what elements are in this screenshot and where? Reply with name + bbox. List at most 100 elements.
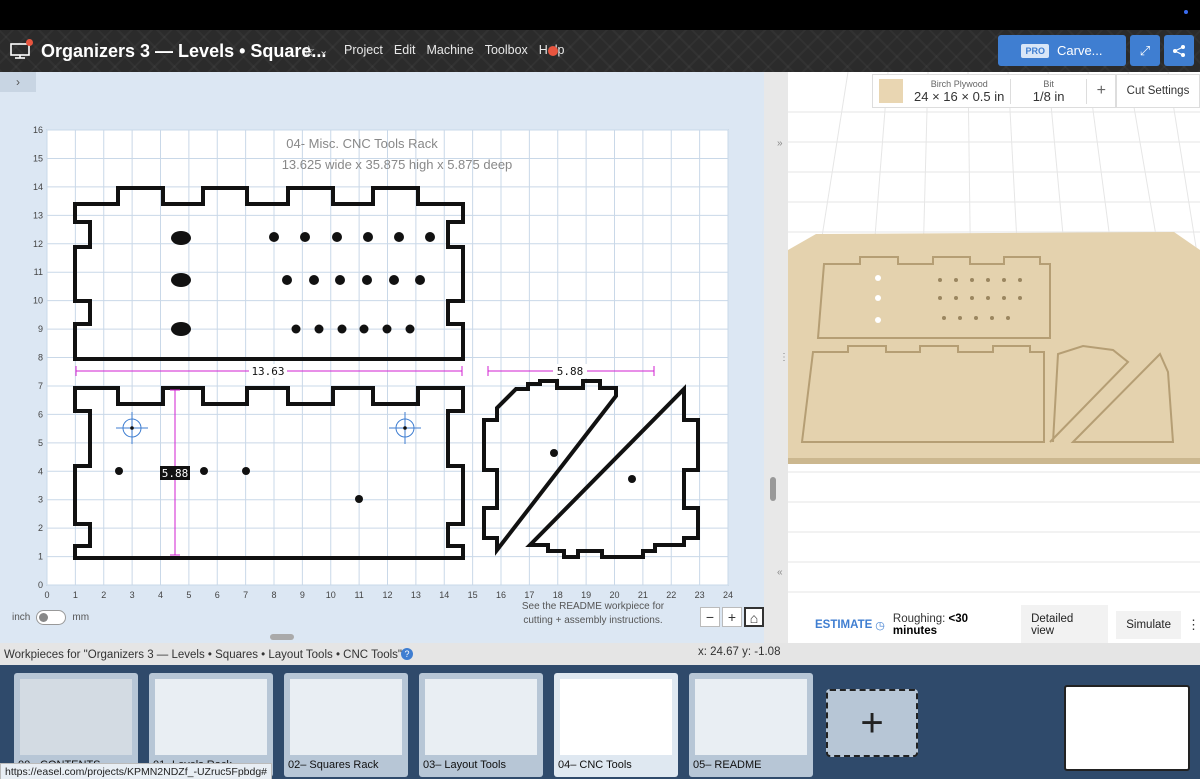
- menu-icon[interactable]: [10, 39, 33, 60]
- height-dimension-value: 5.88: [162, 467, 189, 480]
- x-tick-label: 20: [609, 590, 619, 600]
- workpieces-header: Workpieces for "Organizers 3 — Levels • …: [0, 643, 1200, 665]
- side-piece-hole: [628, 475, 636, 483]
- material-size: 24 × 16 × 0.5 in: [914, 88, 1005, 104]
- workpiece-thumb[interactable]: 01- Levels Rack: [149, 673, 273, 777]
- y-tick-label: 15: [33, 153, 43, 163]
- material-selector[interactable]: Birch Plywood 24 × 16 × 0.5 in: [909, 78, 1011, 104]
- design-grid[interactable]: 0 1 2 3 4 5 6 7 8 9 10 11 12 13 14 15 16 17 18 19 20 21 22 23 24…: [0, 72, 764, 643]
- workpiece-thumb[interactable]: 02– Squares Rack: [284, 673, 408, 777]
- wood-sheet-edge: [788, 458, 1200, 464]
- workpiece-label: 02– Squares Rack: [288, 759, 379, 771]
- project-title[interactable]: Organizers 3 — Levels • Square...: [41, 41, 326, 62]
- y-tick-label: 1: [38, 552, 43, 562]
- y-tick-label: 12: [33, 239, 43, 249]
- easel-app: Organizers 3 — Levels • Square... ☆ ⌄ Pr…: [0, 0, 1200, 779]
- help-icon[interactable]: ?: [401, 648, 413, 660]
- y-tick-label: 0: [38, 580, 43, 590]
- workpiece-thumb[interactable]: 03– Layout Tools: [419, 673, 543, 777]
- x-tick-label: 7: [243, 590, 248, 600]
- x-tick-label: 10: [326, 590, 336, 600]
- main-menu: Project Edit Machine Toolbox Help: [344, 43, 565, 57]
- menu-machine[interactable]: Machine: [426, 43, 473, 57]
- zoom-out-button[interactable]: −: [700, 607, 720, 627]
- chevron-down-icon[interactable]: ⌄: [319, 44, 328, 57]
- horizontal-scrollbar[interactable]: [270, 634, 294, 640]
- workpiece-preview: [290, 679, 402, 755]
- material-swatch[interactable]: [879, 79, 903, 103]
- fit-view-icon[interactable]: ⤢: [1130, 35, 1160, 66]
- roughing-label: Roughing:: [892, 613, 946, 625]
- workpiece-thumb[interactable]: 05– README: [689, 673, 813, 777]
- app-header: Organizers 3 — Levels • Square... ☆ ⌄ Pr…: [0, 30, 1200, 72]
- x-tick-label: 13: [411, 590, 421, 600]
- workpieces-label[interactable]: Workpieces for "Organizers 3 — Levels • …: [4, 647, 415, 661]
- add-bit-button[interactable]: +: [1087, 82, 1115, 100]
- cursor-coordinates: x: 24.67 y: -1.08: [698, 646, 781, 658]
- x-tick-label: 19: [581, 590, 591, 600]
- y-tick-label: 14: [33, 182, 43, 192]
- x-tick-label: 2: [101, 590, 106, 600]
- workpiece-thumb-selected[interactable]: 04– CNC Tools: [554, 673, 678, 777]
- share-icon[interactable]: [1164, 35, 1194, 66]
- unit-mm-label: mm: [72, 612, 90, 623]
- x-tick-label: 9: [300, 590, 305, 600]
- workpiece-label: 04– CNC Tools: [558, 759, 632, 771]
- x-tick-label: 8: [271, 590, 276, 600]
- bit-selector[interactable]: Bit 1/8 in: [1011, 78, 1088, 104]
- y-tick-label: 8: [38, 353, 43, 363]
- units-toggle[interactable]: [36, 610, 67, 625]
- y-tick-label: 13: [33, 210, 43, 220]
- x-tick-label: 6: [215, 590, 220, 600]
- menu-edit[interactable]: Edit: [394, 43, 416, 57]
- more-options-icon[interactable]: ⋮: [1187, 617, 1200, 633]
- status-dot: [1184, 10, 1188, 14]
- workpiece-preview: [20, 679, 132, 755]
- detailed-view-button[interactable]: Detailed view: [1021, 605, 1109, 643]
- material-settings[interactable]: Birch Plywood 24 × 16 × 0.5 in Bit 1/8 i…: [872, 74, 1116, 108]
- workpiece-thumbnails: 00 - CONTENTS 01- Levels Rack 02– Square…: [0, 665, 1200, 779]
- design-canvas[interactable]: 0 1 2 3 4 5 6 7 8 9 10 11 12 13 14 15 16 17 18 19 20 21 22 23 24…: [0, 72, 789, 643]
- simulate-button[interactable]: Simulate: [1116, 611, 1181, 639]
- y-tick-label: 10: [33, 296, 43, 306]
- label-dims[interactable]: 13.625 wide x 35.875 high x 5.875 deep: [282, 157, 513, 172]
- carve-button[interactable]: PRO Carve...: [998, 35, 1126, 66]
- y-tick-label: 6: [38, 409, 43, 419]
- notification-dot: [26, 39, 33, 46]
- estimate-label[interactable]: ESTIMATE: [815, 619, 872, 631]
- scrollbar-thumb[interactable]: [770, 477, 776, 501]
- star-icon[interactable]: ☆: [302, 42, 315, 60]
- collapse-right-icon[interactable]: »: [777, 138, 783, 149]
- menu-project[interactable]: Project: [344, 43, 383, 57]
- y-tick-label: 11: [34, 267, 43, 277]
- x-tick-label: 22: [666, 590, 676, 600]
- menu-toolbox[interactable]: Toolbox: [485, 43, 528, 57]
- collapse-left-icon[interactable]: «: [777, 567, 783, 578]
- label-title[interactable]: 04- Misc. CNC Tools Rack: [286, 136, 438, 151]
- preview-3d-view[interactable]: [788, 72, 1200, 643]
- y-axis-ticks: 012345678910111213141516: [33, 125, 43, 590]
- zoom-in-button[interactable]: +: [722, 607, 742, 627]
- x-tick-label: 15: [468, 590, 478, 600]
- x-tick-label: 16: [496, 590, 506, 600]
- workpiece-thumb[interactable]: 00 - CONTENTS: [14, 673, 138, 777]
- workpiece-preview: [695, 679, 807, 755]
- expand-panel-button[interactable]: ›: [0, 72, 36, 92]
- roughing-estimate: Roughing: <30 minutes: [893, 613, 1013, 637]
- bit-label: Bit: [1043, 78, 1054, 89]
- mini-map[interactable]: [1064, 685, 1190, 771]
- unit-inch-label: inch: [12, 612, 31, 623]
- estimate-bar: ESTIMATE ◷ Roughing: <30 minutes Detaile…: [788, 605, 1200, 643]
- x-tick-label: 11: [354, 590, 363, 600]
- cut-settings-button[interactable]: Cut Settings: [1116, 74, 1200, 108]
- x-tick-label: 0: [44, 590, 49, 600]
- add-workpiece-button[interactable]: +: [826, 689, 918, 757]
- help-notification-dot: [548, 46, 558, 56]
- x-tick-label: 24: [723, 590, 733, 600]
- browser-top-strip: [0, 0, 1200, 30]
- depth-dimension-value: 5.88: [557, 365, 584, 378]
- workpiece-preview: [560, 679, 672, 755]
- home-icon[interactable]: ⌂: [744, 607, 764, 627]
- y-tick-label: 5: [38, 438, 43, 448]
- preview-panel[interactable]: Birch Plywood 24 × 16 × 0.5 in Bit 1/8 i…: [788, 72, 1200, 643]
